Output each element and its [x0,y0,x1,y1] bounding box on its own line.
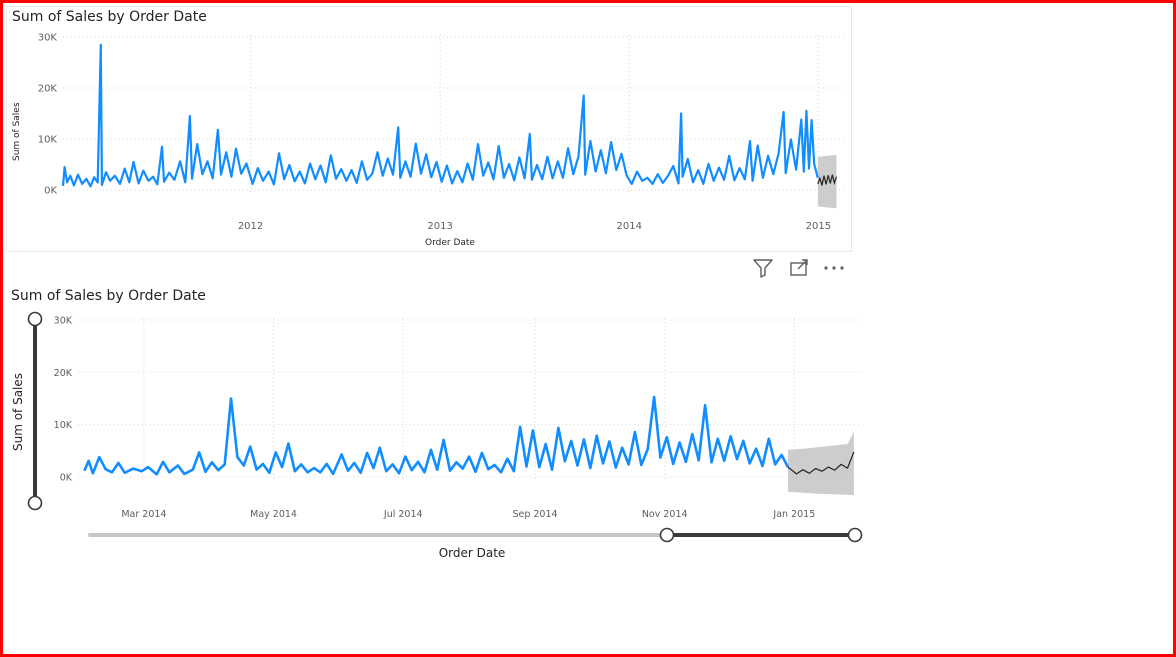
x-tick-label: May 2014 [250,509,297,520]
line-chart-svg: 0K 10K 20K 30K 2012 2013 2014 2015 Sum of Sale… [12,33,845,248]
visual-header-toolbar [752,258,852,280]
sales-line-series[interactable] [83,395,790,476]
x-tick-label: Nov 2014 [642,509,688,520]
y-tick-label: 10K [38,135,58,146]
y-axis-title: Sum of Sales [11,373,25,451]
y-slider-handle-top[interactable] [27,311,43,327]
x-tick-label: Jan 2015 [772,509,815,520]
x-tick-label: 2013 [427,221,452,232]
y-tick-label: 0K [44,186,57,197]
x-slider-handle-end[interactable] [847,527,863,543]
x-axis-title: Order Date [425,238,475,248]
y-slider-handle-bottom[interactable] [27,495,43,511]
line-chart-visual-zoomed[interactable]: Sum of Sales by Order Date 0K 10K 20K 30K M… [6,286,870,576]
line-chart-visual-overview[interactable]: Sum of Sales by Order Date 0K 10K 20K 30K 2… [6,6,852,252]
y-tick-label: 30K [54,316,73,327]
x-tick-label: Sep 2014 [512,509,557,520]
x-tick-label: 2015 [806,221,831,232]
x-tick-label: Mar 2014 [121,509,166,520]
y-tick-label: 0K [60,473,73,484]
y-tick-label: 10K [54,420,73,431]
x-tick-label: 2014 [617,221,642,232]
forecast-confidence-band [788,432,854,496]
x-slider-handle-start[interactable] [659,527,675,543]
y-tick-label: 20K [38,84,58,95]
line-chart-svg: 0K 10K 20K 30K Mar 2014 May 2014 Jul 2014 Sep … [11,311,863,560]
x-axis-range-slider[interactable] [88,527,863,543]
x-axis-title: Order Date [439,546,506,560]
y-tick-label: 20K [54,368,73,379]
x-tick-label: Jul 2014 [383,509,423,520]
y-axis-range-slider[interactable] [27,311,43,511]
y-axis-title: Sum of Sales [12,102,22,161]
x-tick-label: 2012 [238,221,263,232]
y-tick-label: 30K [38,33,58,44]
